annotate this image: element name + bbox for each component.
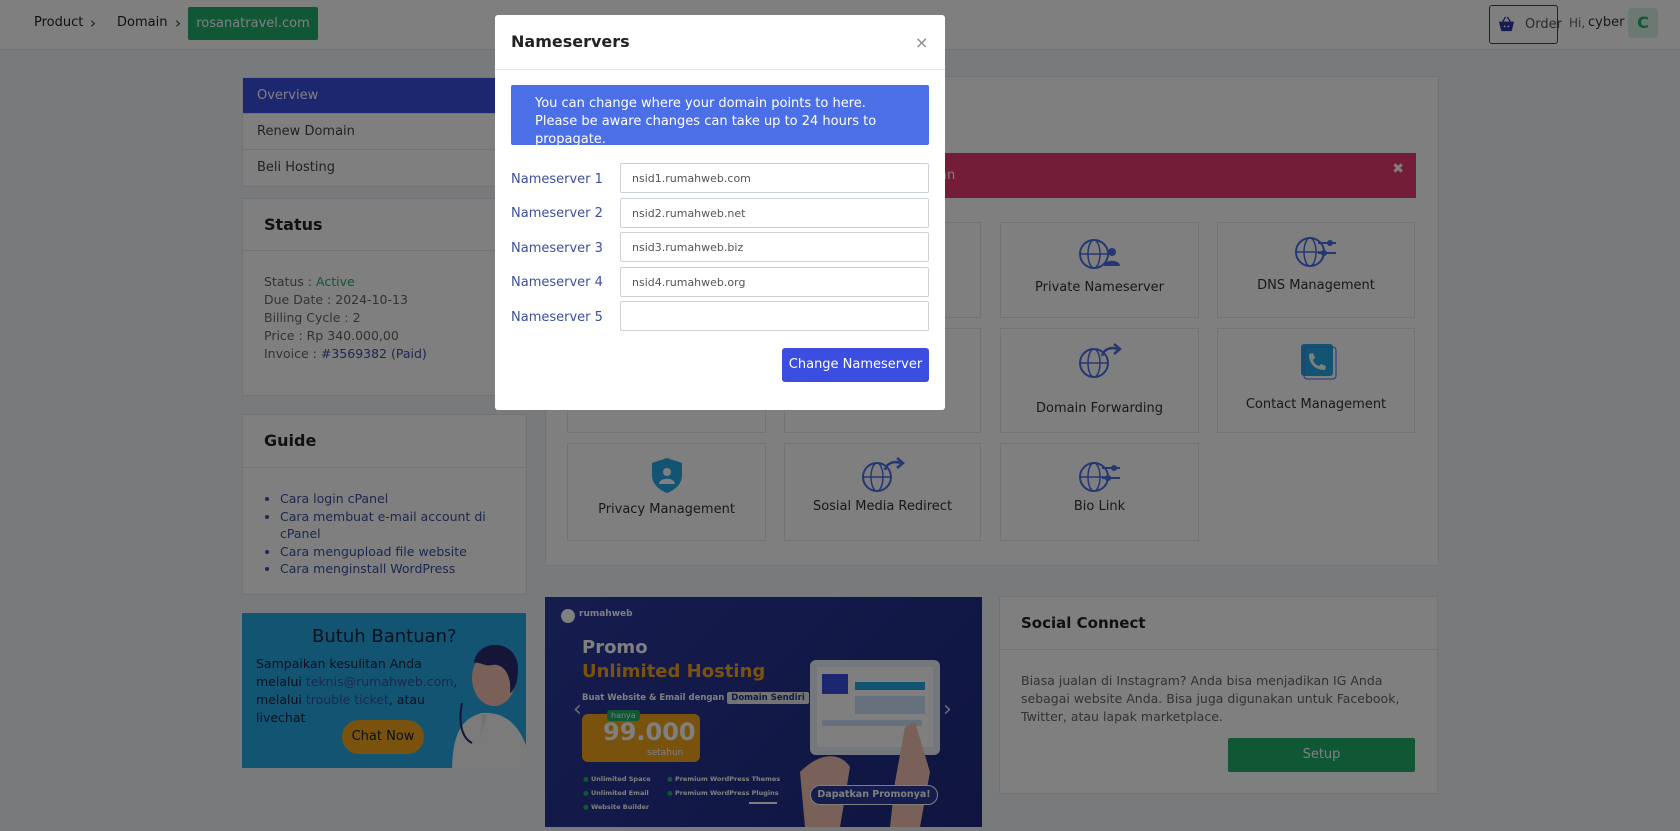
nameserver-5-label: Nameserver 5	[511, 310, 603, 325]
nameserver-5-input[interactable]	[620, 301, 929, 331]
modal-title: Nameservers	[511, 32, 630, 51]
divider	[495, 69, 945, 70]
nameserver-2-label: Nameserver 2	[511, 206, 603, 221]
nameservers-modal: Nameservers × You can change where your …	[495, 15, 945, 410]
nameserver-2-input[interactable]	[620, 198, 929, 228]
nameserver-4-input[interactable]	[620, 267, 929, 297]
nameserver-4-label: Nameserver 4	[511, 275, 603, 290]
info-alert: You can change where your domain points …	[511, 85, 929, 147]
change-nameserver-button[interactable]: Change Nameserver	[782, 348, 929, 382]
nameserver-1-label: Nameserver 1	[511, 172, 603, 187]
close-icon[interactable]: ×	[915, 33, 928, 52]
nameserver-3-label: Nameserver 3	[511, 241, 603, 256]
nameserver-1-input[interactable]	[620, 163, 929, 193]
nameserver-3-input[interactable]	[620, 232, 929, 262]
